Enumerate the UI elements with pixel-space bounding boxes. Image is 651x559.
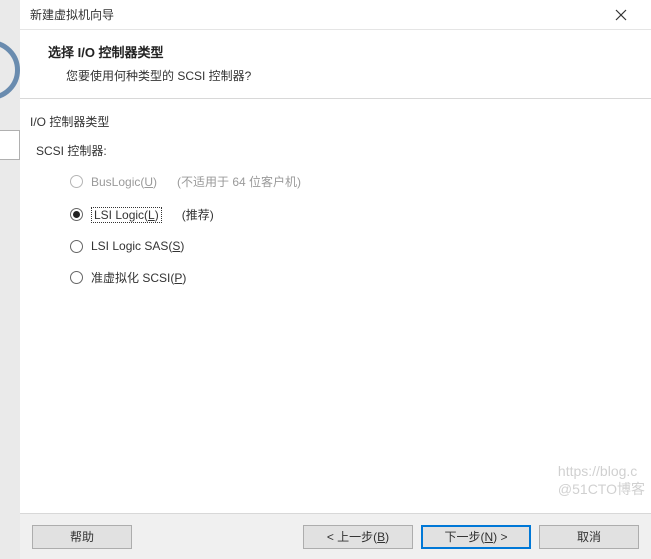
cancel-button[interactable]: 取消 [539,525,639,549]
close-icon [615,9,627,21]
radio-lsisas[interactable] [70,240,83,253]
radio-buslogic [70,175,83,188]
scsi-radio-group: BusLogic(U) (不适用于 64 位客户机) LSI Logic(L) … [70,173,641,286]
note-lsi: (推荐) [182,206,214,223]
radio-row-lsi[interactable]: LSI Logic(L) (推荐) [70,206,641,223]
button-bar: 帮助 < 上一步(B) 下一步(N) > 取消 [20,513,651,559]
scsi-label: SCSI 控制器: [36,142,641,159]
radio-lsi[interactable] [70,208,83,221]
next-button[interactable]: 下一步(N) > [421,525,531,549]
wizard-content: I/O 控制器类型 SCSI 控制器: BusLogic(U) (不适用于 64… [20,99,651,513]
radio-paravirtual[interactable] [70,271,83,284]
wizard-header: 选择 I/O 控制器类型 您要使用何种类型的 SCSI 控制器? [20,30,651,99]
radio-label-buslogic: BusLogic(U) [91,175,157,189]
wizard-window: 新建虚拟机向导 选择 I/O 控制器类型 您要使用何种类型的 SCSI 控制器?… [20,0,651,559]
radio-row-lsisas[interactable]: LSI Logic SAS(S) [70,239,641,253]
radio-label-paravirtual: 准虚拟化 SCSI(P) [91,269,186,286]
titlebar: 新建虚拟机向导 [20,0,651,30]
left-decor-box [0,130,20,160]
window-title: 新建虚拟机向导 [30,6,114,23]
back-button[interactable]: < 上一步(B) [303,525,413,549]
page-title: 选择 I/O 控制器类型 [48,42,631,61]
help-button[interactable]: 帮助 [32,525,132,549]
radio-row-paravirtual[interactable]: 准虚拟化 SCSI(P) [70,269,641,286]
radio-label-lsi: LSI Logic(L) [91,207,162,223]
radio-row-buslogic: BusLogic(U) (不适用于 64 位客户机) [70,173,641,190]
close-button[interactable] [601,1,641,29]
section-title: I/O 控制器类型 [30,113,641,130]
radio-label-lsisas: LSI Logic SAS(S) [91,239,184,253]
note-buslogic: (不适用于 64 位客户机) [177,173,301,190]
page-subtitle: 您要使用何种类型的 SCSI 控制器? [66,67,631,84]
